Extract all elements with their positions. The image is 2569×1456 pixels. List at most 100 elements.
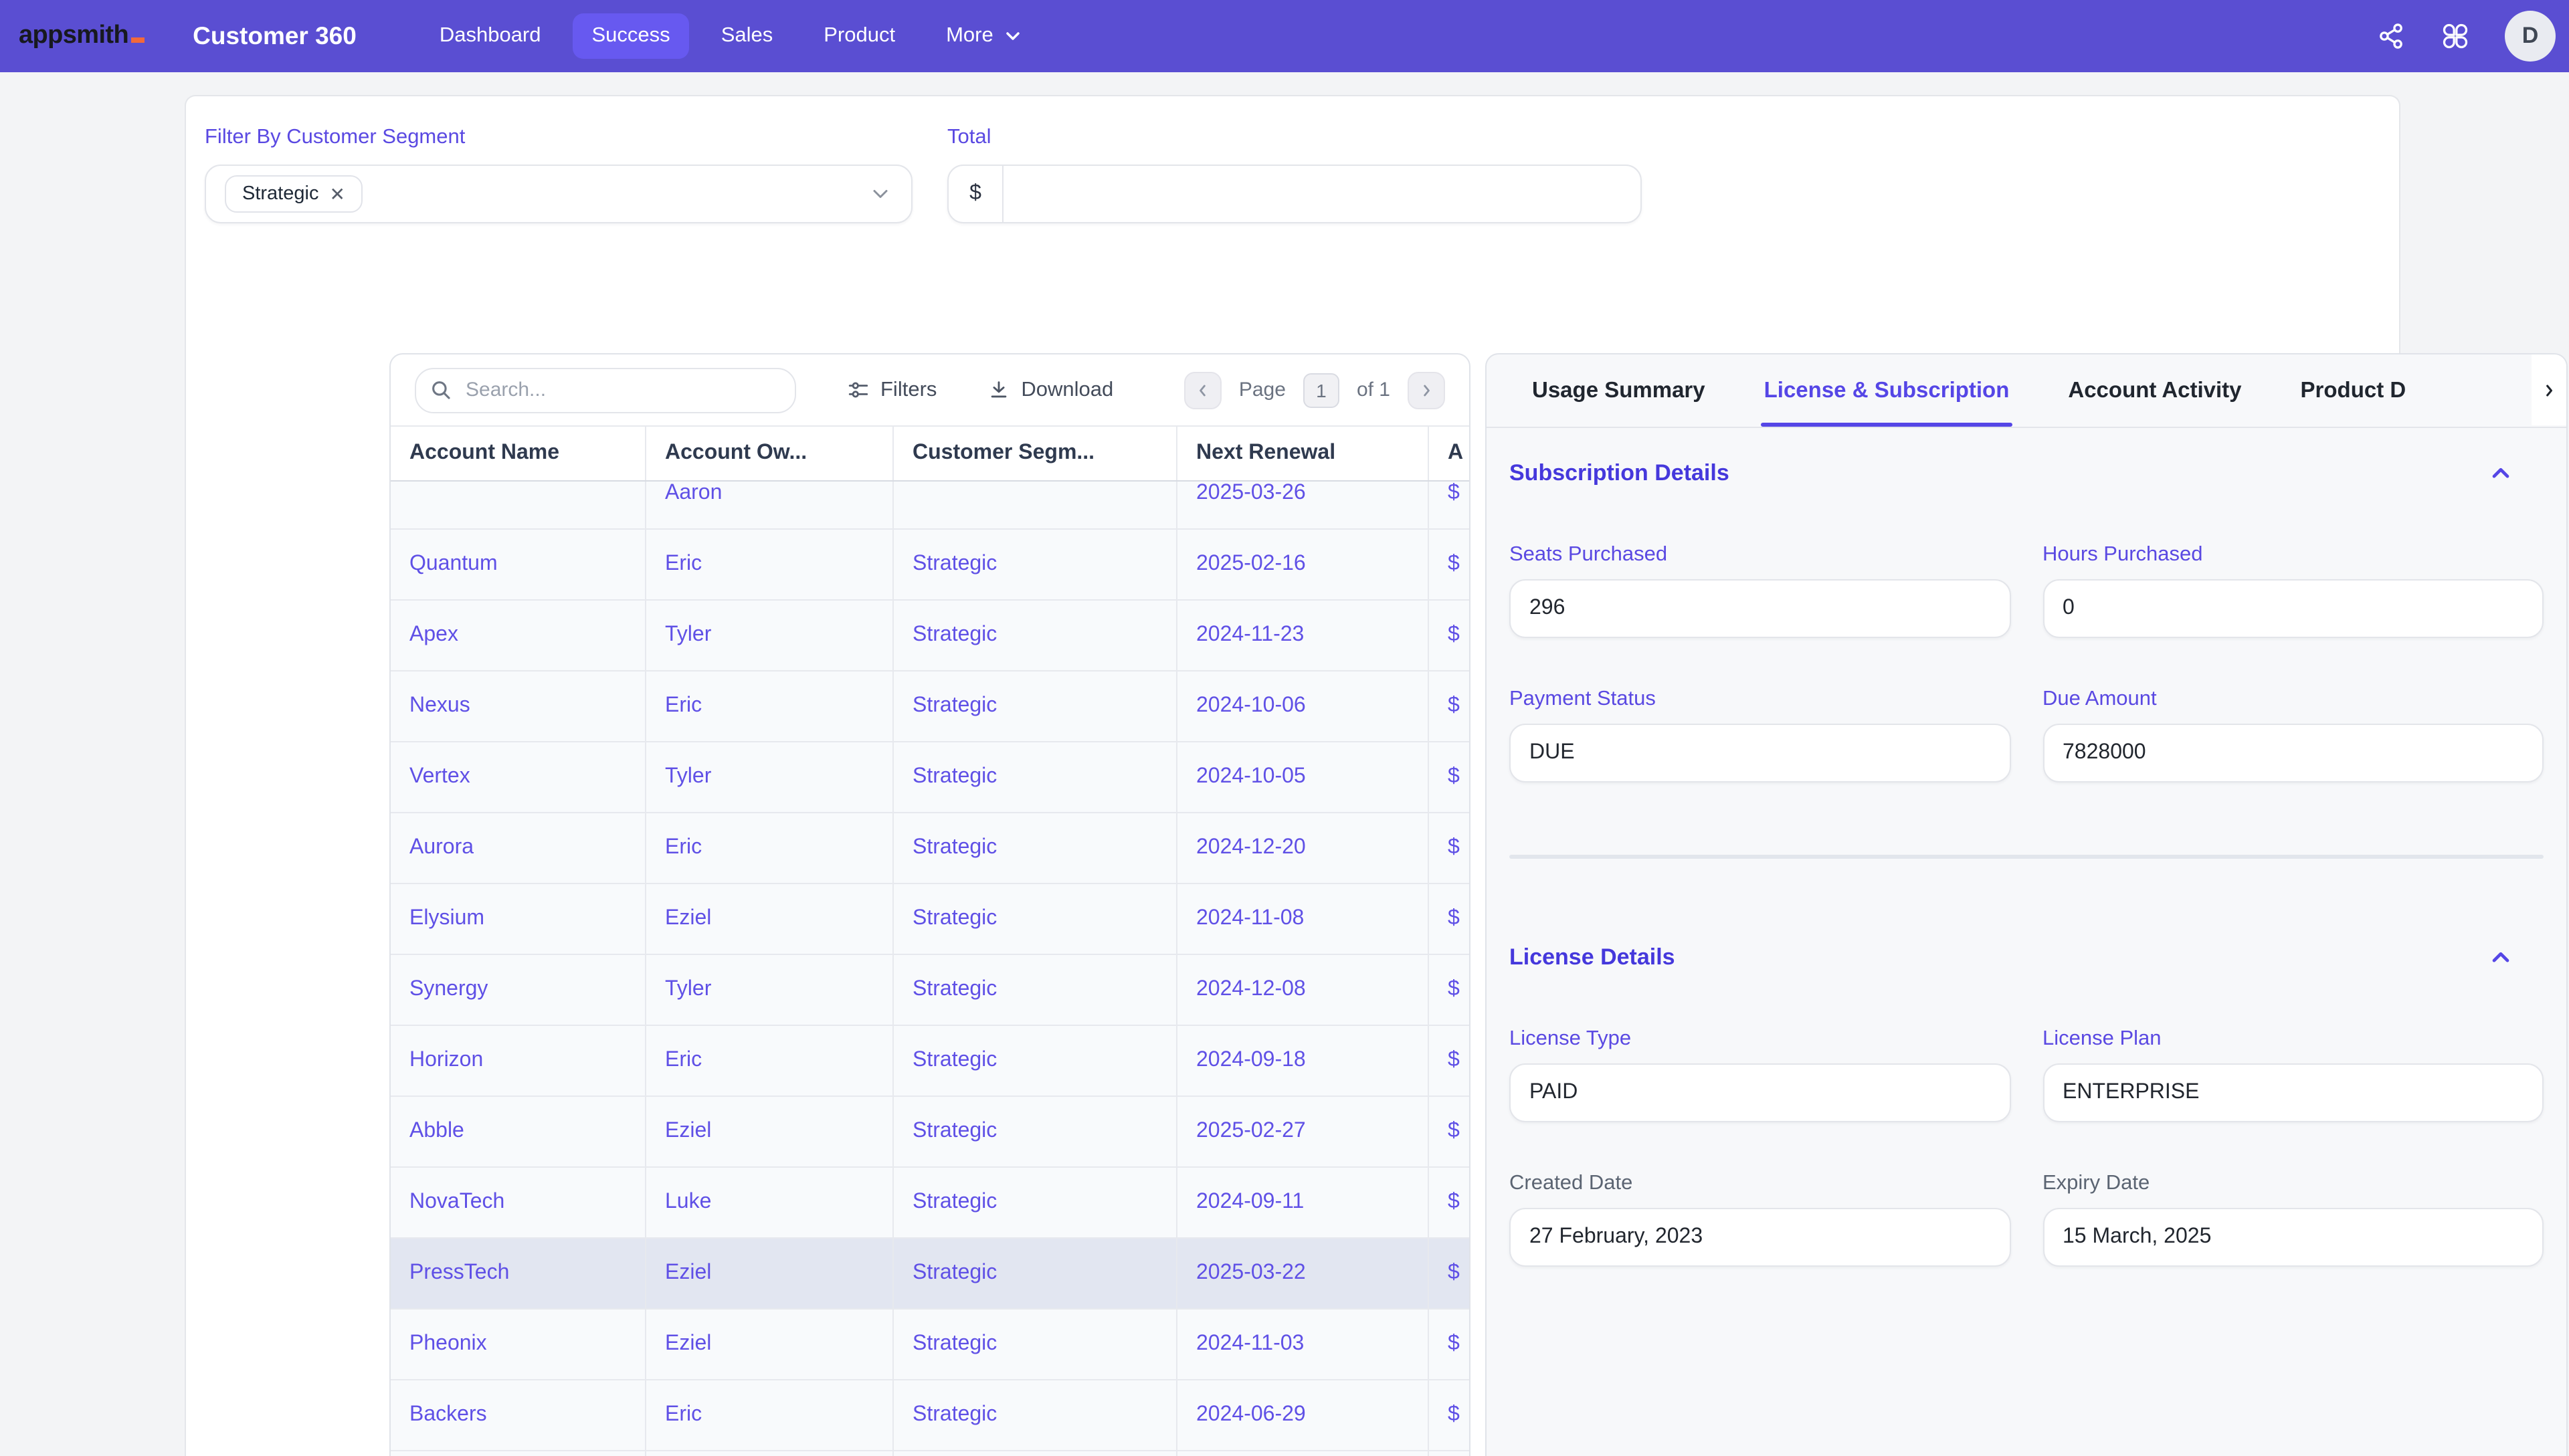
cell-customer-segment[interactable]: Strategic [894, 1097, 1177, 1166]
field-input-seats-purchased[interactable]: 296 [1509, 579, 2010, 638]
cell-arr[interactable]: $ [1429, 884, 1469, 954]
cell-customer-segment[interactable]: Strategic [894, 601, 1177, 670]
cell-customer-segment[interactable]: Strategic [894, 1026, 1177, 1096]
cell-account-owner[interactable]: Eric [646, 530, 894, 599]
column-header[interactable]: Account Ow... [646, 427, 894, 480]
cell-account-owner[interactable]: Tyler [646, 742, 894, 812]
cell-account-name[interactable]: Horizon [391, 1026, 646, 1096]
cell-customer-segment[interactable]: Strategic [894, 1380, 1177, 1450]
cell-account-name[interactable]: Synergy [391, 955, 646, 1025]
cell-account-name[interactable]: Quantum [391, 530, 646, 599]
search-input[interactable] [463, 377, 781, 403]
table-row[interactable]: Aaron2025-03-26$ [391, 480, 1469, 530]
cell-customer-segment[interactable]: Strategic [894, 742, 1177, 812]
cell-arr[interactable]: $ [1429, 1026, 1469, 1096]
cell-arr[interactable]: $ [1429, 1168, 1469, 1237]
chevron-down-icon[interactable] [868, 182, 892, 206]
cell-arr[interactable]: $ [1429, 671, 1469, 741]
cell-account-name[interactable]: Apex [391, 601, 646, 670]
share-icon[interactable] [2376, 21, 2406, 51]
cell-arr[interactable]: $ [1429, 1380, 1469, 1450]
next-page-button[interactable] [1408, 371, 1445, 409]
cell-next-renewal[interactable]: 2025-02-16 [1177, 530, 1429, 599]
cell-customer-segment[interactable]: Strategic [894, 884, 1177, 954]
cell-customer-segment[interactable]: Strategic [894, 955, 1177, 1025]
cell-next-renewal[interactable]: 2024-11-08 [1177, 884, 1429, 954]
cell-next-renewal[interactable]: 2025-02-27 [1177, 1097, 1429, 1166]
table-row[interactable]: PheonixEzielStrategic2024-11-03$ [391, 1310, 1469, 1380]
field-input-created-date[interactable]: 27 February, 2023 [1509, 1208, 2010, 1267]
cell-arr[interactable]: $ [1429, 530, 1469, 599]
cell-account-name[interactable]: Pheonix [391, 1310, 646, 1379]
page-number-box[interactable]: 1 [1303, 373, 1339, 407]
cell-next-renewal[interactable]: 2024-12-08 [1177, 955, 1429, 1025]
cell-account-name[interactable]: NovaTech [391, 1168, 646, 1237]
cell-account-name[interactable]: Elysium [391, 884, 646, 954]
collapse-section-button[interactable] [2487, 944, 2514, 971]
table-row[interactable]: NexusEricStrategic2024-10-06$ [391, 671, 1469, 742]
column-header[interactable]: Customer Segm... [894, 427, 1177, 480]
cell-account-name[interactable]: Nexus [391, 671, 646, 741]
table-row[interactable]: VertexTylerStrategic2024-10-05$ [391, 742, 1469, 813]
field-input-hours-purchased[interactable]: 0 [2042, 579, 2544, 638]
cell-next-renewal[interactable]: 2024-12-20 [1177, 813, 1429, 883]
table-row[interactable]: SynergyTylerStrategic2024-12-08$ [391, 955, 1469, 1026]
column-header[interactable]: Next Renewal [1177, 427, 1429, 480]
cell-next-renewal[interactable]: 2024-11-03 [1177, 1310, 1429, 1379]
cell-account-name[interactable]: Vertex [391, 742, 646, 812]
cell-account-owner[interactable]: Eric [646, 671, 894, 741]
cell-account-owner[interactable]: Tyler [646, 955, 894, 1025]
cell-arr[interactable]: $ [1429, 1239, 1469, 1308]
column-header[interactable]: A [1429, 427, 1469, 480]
tab-product-d[interactable]: Product D [2301, 354, 2406, 427]
cell-account-name[interactable]: Abble [391, 1097, 646, 1166]
nav-item-product[interactable]: Product [805, 13, 914, 59]
field-input-license-plan[interactable]: ENTERPRISE [2042, 1063, 2544, 1122]
cell-account-owner[interactable]: Eric [646, 1026, 894, 1096]
cell-arr[interactable]: $ [1429, 742, 1469, 812]
cell-next-renewal[interactable]: 2024-09-11 [1177, 1168, 1429, 1237]
cell-account-owner[interactable]: Eric [646, 813, 894, 883]
cell-customer-segment[interactable]: Strategic [894, 1310, 1177, 1379]
cell-account-owner[interactable]: Eziel [646, 1097, 894, 1166]
nav-item-more[interactable]: More [927, 13, 1043, 59]
table-row[interactable]: AbbleEzielStrategic2025-02-27$ [391, 1097, 1469, 1168]
tabs-overflow-button[interactable] [2532, 354, 2566, 425]
cell-arr[interactable]: $ [1429, 813, 1469, 883]
prev-page-button[interactable] [1184, 371, 1222, 409]
total-input[interactable] [1004, 166, 1640, 222]
cell-account-owner[interactable]: Eric [646, 1451, 894, 1456]
cell-arr[interactable]: $ [1429, 1097, 1469, 1166]
table-row[interactable]: QuantumEricStrategic2025-02-16$ [391, 530, 1469, 601]
cell-arr[interactable]: $ [1429, 601, 1469, 670]
user-avatar[interactable]: D [2505, 11, 2556, 62]
cell-next-renewal[interactable]: 2024-11-23 [1177, 601, 1429, 670]
nav-item-sales[interactable]: Sales [702, 13, 792, 59]
cell-account-name[interactable]: Backers [391, 1380, 646, 1450]
table-row[interactable]: NeonEricStrategic2024-09-05$ [391, 1451, 1469, 1456]
segment-multiselect[interactable]: Strategic ✕ [205, 165, 913, 223]
cell-next-renewal[interactable]: 2024-10-05 [1177, 742, 1429, 812]
cell-account-owner[interactable]: Eziel [646, 884, 894, 954]
field-input-payment-status[interactable]: DUE [1509, 724, 2010, 783]
table-row[interactable]: NovaTechLukeStrategic2024-09-11$ [391, 1168, 1469, 1239]
cell-account-name[interactable]: Aurora [391, 813, 646, 883]
apps-icon[interactable] [2441, 21, 2470, 51]
table-row[interactable]: PressTechEzielStrategic2025-03-22$ [391, 1239, 1469, 1310]
cell-customer-segment[interactable]: Strategic [894, 1239, 1177, 1308]
cell-arr[interactable]: $ [1429, 1451, 1469, 1456]
cell-account-name[interactable]: PressTech [391, 1239, 646, 1308]
tab-license-subscription[interactable]: License & Subscription [1764, 354, 2010, 427]
cell-next-renewal[interactable]: 2025-03-22 [1177, 1239, 1429, 1308]
remove-tag-icon[interactable]: ✕ [329, 185, 345, 203]
table-row[interactable]: ApexTylerStrategic2024-11-23$ [391, 601, 1469, 671]
cell-account-name[interactable]: Neon [391, 1451, 646, 1456]
field-input-license-type[interactable]: PAID [1509, 1063, 2010, 1122]
cell-arr[interactable]: $ [1429, 480, 1469, 528]
cell-arr[interactable]: $ [1429, 1310, 1469, 1379]
cell-next-renewal[interactable]: 2024-10-06 [1177, 671, 1429, 741]
cell-customer-segment[interactable]: Strategic [894, 1451, 1177, 1456]
filters-button[interactable]: Filters [847, 378, 937, 402]
cell-next-renewal[interactable]: 2024-09-05 [1177, 1451, 1429, 1456]
download-button[interactable]: Download [987, 378, 1113, 402]
